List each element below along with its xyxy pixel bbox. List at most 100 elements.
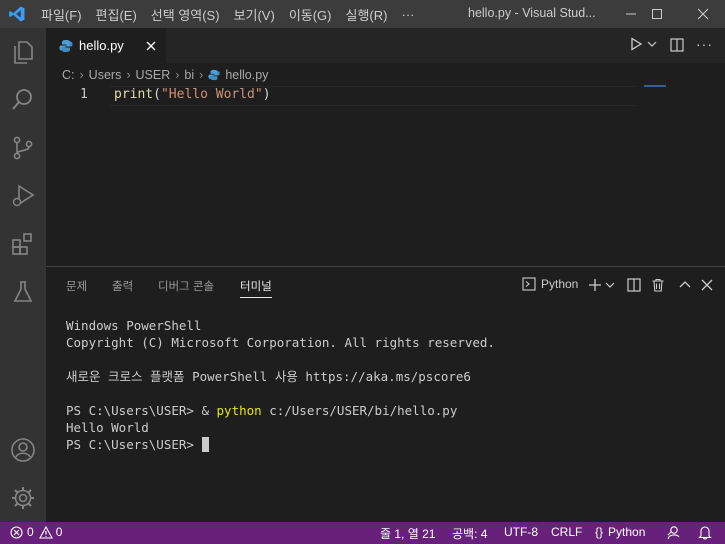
tab-hello-py[interactable]: hello.py [46, 28, 166, 63]
trash-icon [652, 278, 664, 292]
split-editor-icon[interactable] [670, 38, 684, 52]
account-icon [11, 438, 35, 462]
breadcrumb-bi[interactable]: bi [184, 68, 194, 82]
close-window-button[interactable] [683, 0, 723, 28]
tab-debug-console[interactable]: 디버그 콘솔 [158, 278, 214, 294]
source-control-icon [13, 136, 33, 160]
menu-view[interactable]: 보기(V) [227, 5, 282, 24]
encoding[interactable]: UTF-8 [504, 525, 538, 539]
warning-count: 0 [55, 525, 63, 539]
explorer-button[interactable] [0, 28, 46, 76]
vscode-logo-icon [9, 6, 25, 22]
chevron-down-icon [647, 41, 657, 47]
menu-file[interactable]: 파일(F) [34, 5, 89, 24]
more-actions-icon[interactable]: ··· [696, 36, 713, 52]
window-title: hello.py - Visual Stud... [468, 6, 596, 20]
play-icon [631, 37, 643, 51]
run-python-button[interactable] [629, 37, 657, 51]
run-debug-icon [12, 184, 35, 207]
breadcrumb-drive[interactable]: C: [62, 68, 75, 82]
terminal-cursor [202, 437, 210, 452]
close-icon [701, 279, 713, 291]
extensions-icon [12, 233, 32, 255]
terminal-argument: c:/Users/USER/bi/hello.py [261, 403, 458, 418]
code-string: "Hello World" [160, 87, 263, 102]
close-panel-button[interactable] [697, 275, 717, 295]
minimize-icon [626, 13, 636, 15]
warning-icon [38, 525, 53, 539]
menu-edit[interactable]: 편집(E) [89, 5, 144, 24]
indentation[interactable]: 공백: 4 [452, 525, 487, 542]
editor-tab-bar: hello.py ··· [46, 28, 725, 63]
code-function: print [114, 87, 154, 102]
terminal-line: Hello World [66, 420, 149, 435]
extensions-button[interactable] [0, 220, 46, 268]
activity-bar [0, 28, 46, 522]
tab-problems[interactable]: 문제 [66, 278, 87, 294]
python-file-icon [208, 69, 220, 81]
terminal-line: 새로운 크로스 플랫폼 PowerShell 사용 https://aka.ms… [66, 369, 471, 384]
gear-icon [12, 487, 34, 509]
testing-button[interactable] [0, 268, 46, 316]
menu-go[interactable]: 이동(G) [282, 5, 339, 24]
language-label: Python [608, 525, 646, 539]
run-debug-button[interactable] [0, 172, 46, 220]
menu-run[interactable]: 실행(R) [339, 5, 395, 24]
maximize-icon [652, 9, 662, 19]
terminal-prompt: PS C:\Users\USER> & [66, 403, 217, 418]
terminal-icon [522, 277, 536, 291]
breadcrumb-users[interactable]: Users [89, 68, 122, 82]
split-terminal-icon [627, 278, 641, 292]
menu-bar: 파일(F) 편집(E) 선택 영역(S) 보기(V) 이동(G) 실행(R) ·… [34, 0, 421, 28]
files-icon [14, 41, 33, 64]
line-number: 1 [80, 87, 88, 102]
bottom-panel: 문제 출력 디버그 콘솔 터미널 Python Windows PowerShe… [46, 266, 725, 523]
code-line: print("Hello World") [114, 87, 271, 102]
status-bar: 0 0 줄 1, 열 21 공백: 4 UTF-8 CRLF {} Python [0, 522, 725, 544]
terminal-dropdown[interactable] [600, 275, 620, 295]
terminal-command: python [216, 403, 262, 418]
language-mode[interactable]: {} Python [595, 525, 645, 539]
terminal-selector[interactable]: Python [522, 277, 578, 291]
feedback-button[interactable] [666, 525, 681, 540]
breadcrumb-user[interactable]: USER [136, 68, 171, 82]
braces-icon: {} [595, 525, 604, 539]
kill-terminal-button[interactable] [648, 275, 668, 295]
menu-selection[interactable]: 선택 영역(S) [144, 5, 227, 24]
cursor-position[interactable]: 줄 1, 열 21 [380, 525, 435, 542]
flask-icon [13, 281, 33, 302]
error-count: 0 [27, 525, 34, 539]
bell-icon [698, 526, 712, 540]
terminal-prompt: PS C:\Users\USER> [66, 437, 202, 452]
split-terminal-button[interactable] [624, 275, 644, 295]
search-icon [12, 89, 32, 110]
search-button[interactable] [0, 76, 46, 124]
tab-output[interactable]: 출력 [112, 278, 133, 294]
manage-button[interactable] [0, 474, 46, 522]
source-control-button[interactable] [0, 124, 46, 172]
python-file-icon [59, 39, 73, 52]
title-bar: 파일(F) 편집(E) 선택 영역(S) 보기(V) 이동(G) 실행(R) ·… [0, 0, 725, 28]
chevron-up-icon [679, 281, 691, 288]
minimap[interactable] [644, 85, 666, 87]
maximize-button[interactable] [637, 0, 677, 28]
code-paren-open: ( [153, 87, 161, 102]
breadcrumb-file[interactable]: hello.py [225, 68, 268, 82]
terminal-line: Copyright (C) Microsoft Corporation. All… [66, 335, 495, 350]
breadcrumb: C: › Users › USER › bi › hello.py [62, 68, 269, 82]
end-of-line[interactable]: CRLF [551, 525, 582, 539]
error-icon [10, 525, 23, 539]
accounts-button[interactable] [0, 426, 46, 474]
maximize-panel-button[interactable] [675, 275, 695, 295]
chevron-down-icon [605, 282, 615, 288]
problems-status[interactable]: 0 0 [10, 525, 62, 539]
close-tab-icon[interactable] [146, 41, 156, 51]
tab-label: hello.py [79, 38, 124, 53]
terminal-output[interactable]: Windows PowerShell Copyright (C) Microso… [66, 317, 495, 453]
code-editor[interactable]: 1 print("Hello World") [46, 85, 636, 105]
terminal-line: Windows PowerShell [66, 318, 202, 333]
menu-more[interactable]: ··· [394, 7, 421, 22]
tab-terminal[interactable]: 터미널 [240, 278, 272, 298]
notifications-button[interactable] [698, 525, 712, 540]
feedback-icon [667, 526, 680, 540]
